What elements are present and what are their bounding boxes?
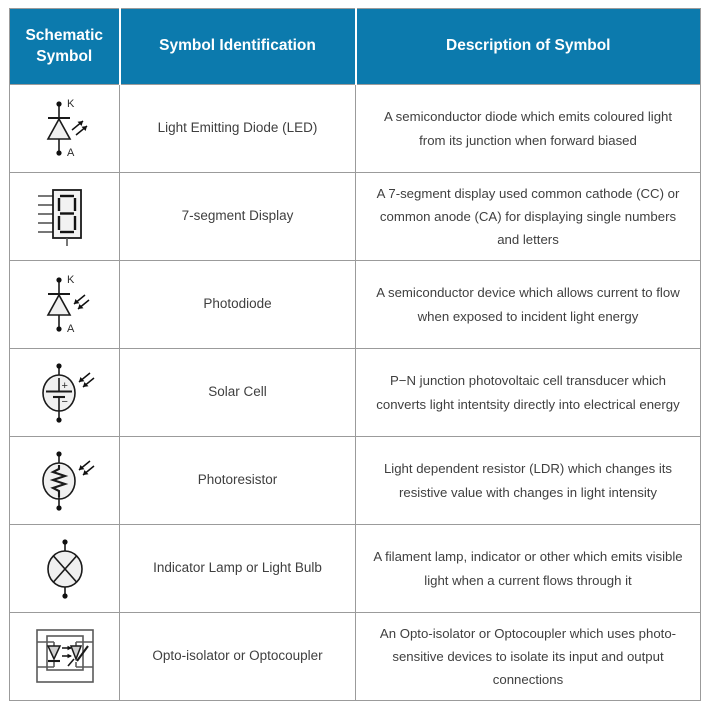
table-row: + − Solar Cell P−N junction photovoltaic… bbox=[9, 348, 701, 437]
description-cell: A semiconductor device which allows curr… bbox=[355, 260, 701, 349]
table-row: K A Light Emitting Diode (LED) A semicon… bbox=[9, 84, 701, 173]
identification-cell: 7-segment Display bbox=[119, 172, 356, 261]
table-row: Opto-isolator or Optocoupler An Opto-iso… bbox=[9, 612, 701, 701]
symbol-cell: K A bbox=[9, 260, 120, 349]
table-row: 7-segment Display A 7-segment display us… bbox=[9, 172, 701, 261]
identification-cell: Opto-isolator or Optocoupler bbox=[119, 612, 356, 701]
opto-isolator-symbol bbox=[35, 628, 94, 683]
table-header-row: Schematic Symbol Symbol Identification D… bbox=[9, 8, 701, 85]
identification-cell: Photoresistor bbox=[119, 436, 356, 525]
svg-text:A: A bbox=[67, 147, 75, 159]
table-row: K A Photodiode A semiconductor device wh… bbox=[9, 260, 701, 349]
symbol-cell bbox=[9, 172, 120, 261]
solar-cell-symbol: + − bbox=[41, 362, 94, 423]
photoresistor-symbol bbox=[41, 450, 94, 511]
table-row: Indicator Lamp or Light Bulb A filament … bbox=[9, 524, 701, 613]
symbol-reference-table-container: Schematic Symbol Symbol Identification D… bbox=[0, 0, 709, 701]
header-symbol-identification: Symbol Identification bbox=[119, 8, 357, 85]
led-symbol: K A bbox=[46, 98, 87, 159]
photodiode-symbol: K A bbox=[46, 274, 89, 335]
table-header: Schematic Symbol Symbol Identification D… bbox=[9, 8, 701, 85]
svg-text:A: A bbox=[67, 323, 75, 335]
symbol-cell bbox=[9, 436, 120, 525]
description-cell: Light dependent resistor (LDR) which cha… bbox=[355, 436, 701, 525]
svg-text:−: − bbox=[61, 396, 67, 408]
table-body: K A Light Emitting Diode (LED) A semicon… bbox=[9, 84, 701, 701]
optoelectronic-symbols-table: Schematic Symbol Symbol Identification D… bbox=[9, 8, 701, 701]
symbol-cell bbox=[9, 612, 120, 701]
symbol-cell bbox=[9, 524, 120, 613]
identification-cell: Light Emitting Diode (LED) bbox=[119, 84, 356, 173]
identification-cell: Solar Cell bbox=[119, 348, 356, 437]
description-cell: P−N junction photovoltaic cell transduce… bbox=[355, 348, 701, 437]
description-cell: An Opto-isolator or Optocoupler which us… bbox=[355, 612, 701, 701]
identification-cell: Indicator Lamp or Light Bulb bbox=[119, 524, 356, 613]
header-schematic-symbol: Schematic Symbol bbox=[9, 8, 121, 85]
table-row: Photoresistor Light dependent resistor (… bbox=[9, 436, 701, 525]
description-cell: A 7-segment display used common cathode … bbox=[355, 172, 701, 261]
symbol-cell: + − bbox=[9, 348, 120, 437]
svg-text:K: K bbox=[67, 274, 75, 286]
symbol-cell: K A bbox=[9, 84, 120, 173]
description-cell: A filament lamp, indicator or other whic… bbox=[355, 524, 701, 613]
description-cell: A semiconductor diode which emits colour… bbox=[355, 84, 701, 173]
seven-segment-display-symbol bbox=[37, 188, 82, 246]
svg-text:+: + bbox=[61, 380, 67, 392]
header-description-of-symbol: Description of Symbol bbox=[355, 8, 701, 85]
indicator-lamp-symbol bbox=[46, 538, 83, 599]
svg-text:K: K bbox=[67, 98, 75, 110]
identification-cell: Photodiode bbox=[119, 260, 356, 349]
